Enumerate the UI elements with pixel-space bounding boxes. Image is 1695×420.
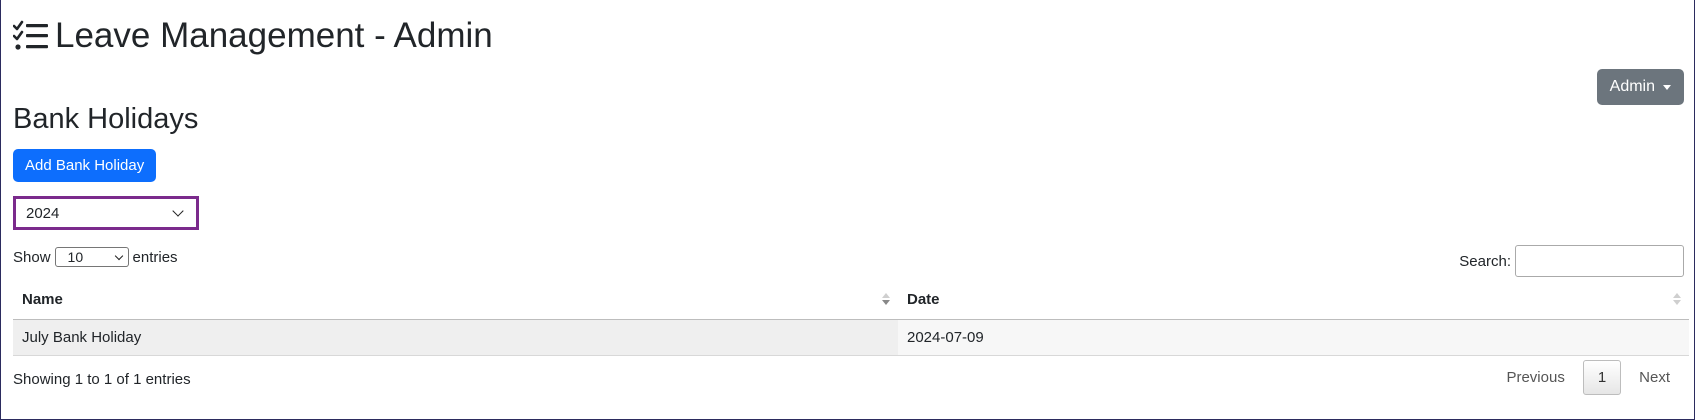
search-control: Search: (1459, 245, 1684, 277)
app-frame: Leave Management - Admin Admin Bank Holi… (0, 0, 1695, 420)
page-length-value: 10 (67, 249, 84, 265)
page-length-select[interactable]: 10 (54, 247, 129, 267)
admin-dropdown-button[interactable]: Admin (1596, 69, 1684, 105)
cell-date: 2024-07-09 (898, 319, 1689, 356)
previous-page-button[interactable]: Previous (1494, 361, 1576, 394)
chevron-down-icon (172, 204, 184, 217)
entries-label: entries (132, 248, 178, 266)
add-bank-holiday-button[interactable]: Add Bank Holiday (13, 149, 157, 182)
page-1-button[interactable]: 1 (1582, 360, 1622, 395)
app-title: Leave Management - Admin (55, 16, 493, 55)
cell-name: July Bank Holiday (13, 319, 898, 356)
year-select[interactable]: 2024 (13, 196, 199, 230)
next-page-button[interactable]: Next (1627, 361, 1682, 394)
bank-holidays-table: Name Date July Bank Holiday 2024-07-09 (13, 280, 1689, 356)
checklist-icon (13, 20, 49, 52)
table-row: July Bank Holiday 2024-07-09 (13, 319, 1689, 356)
year-select-value: 2024 (26, 204, 60, 222)
table-header-row: Name Date (13, 280, 1689, 320)
column-header-name[interactable]: Name (13, 280, 898, 320)
column-header-date[interactable]: Date (898, 280, 1689, 320)
app-header: Leave Management - Admin (13, 18, 493, 53)
sort-icon (1673, 293, 1681, 306)
chevron-down-icon (114, 251, 123, 260)
pagination: Previous 1 Next (1494, 360, 1682, 395)
show-label: Show (13, 248, 51, 266)
search-input[interactable] (1515, 245, 1684, 277)
search-label: Search: (1459, 252, 1511, 270)
caret-down-icon (1663, 84, 1671, 90)
table-info: Showing 1 to 1 of 1 entries (13, 371, 191, 388)
sort-icon (882, 293, 890, 306)
page-length-control: Show 10 entries (13, 247, 178, 267)
admin-dropdown-label: Admin (1609, 78, 1655, 95)
page-title: Bank Holidays (13, 103, 199, 135)
